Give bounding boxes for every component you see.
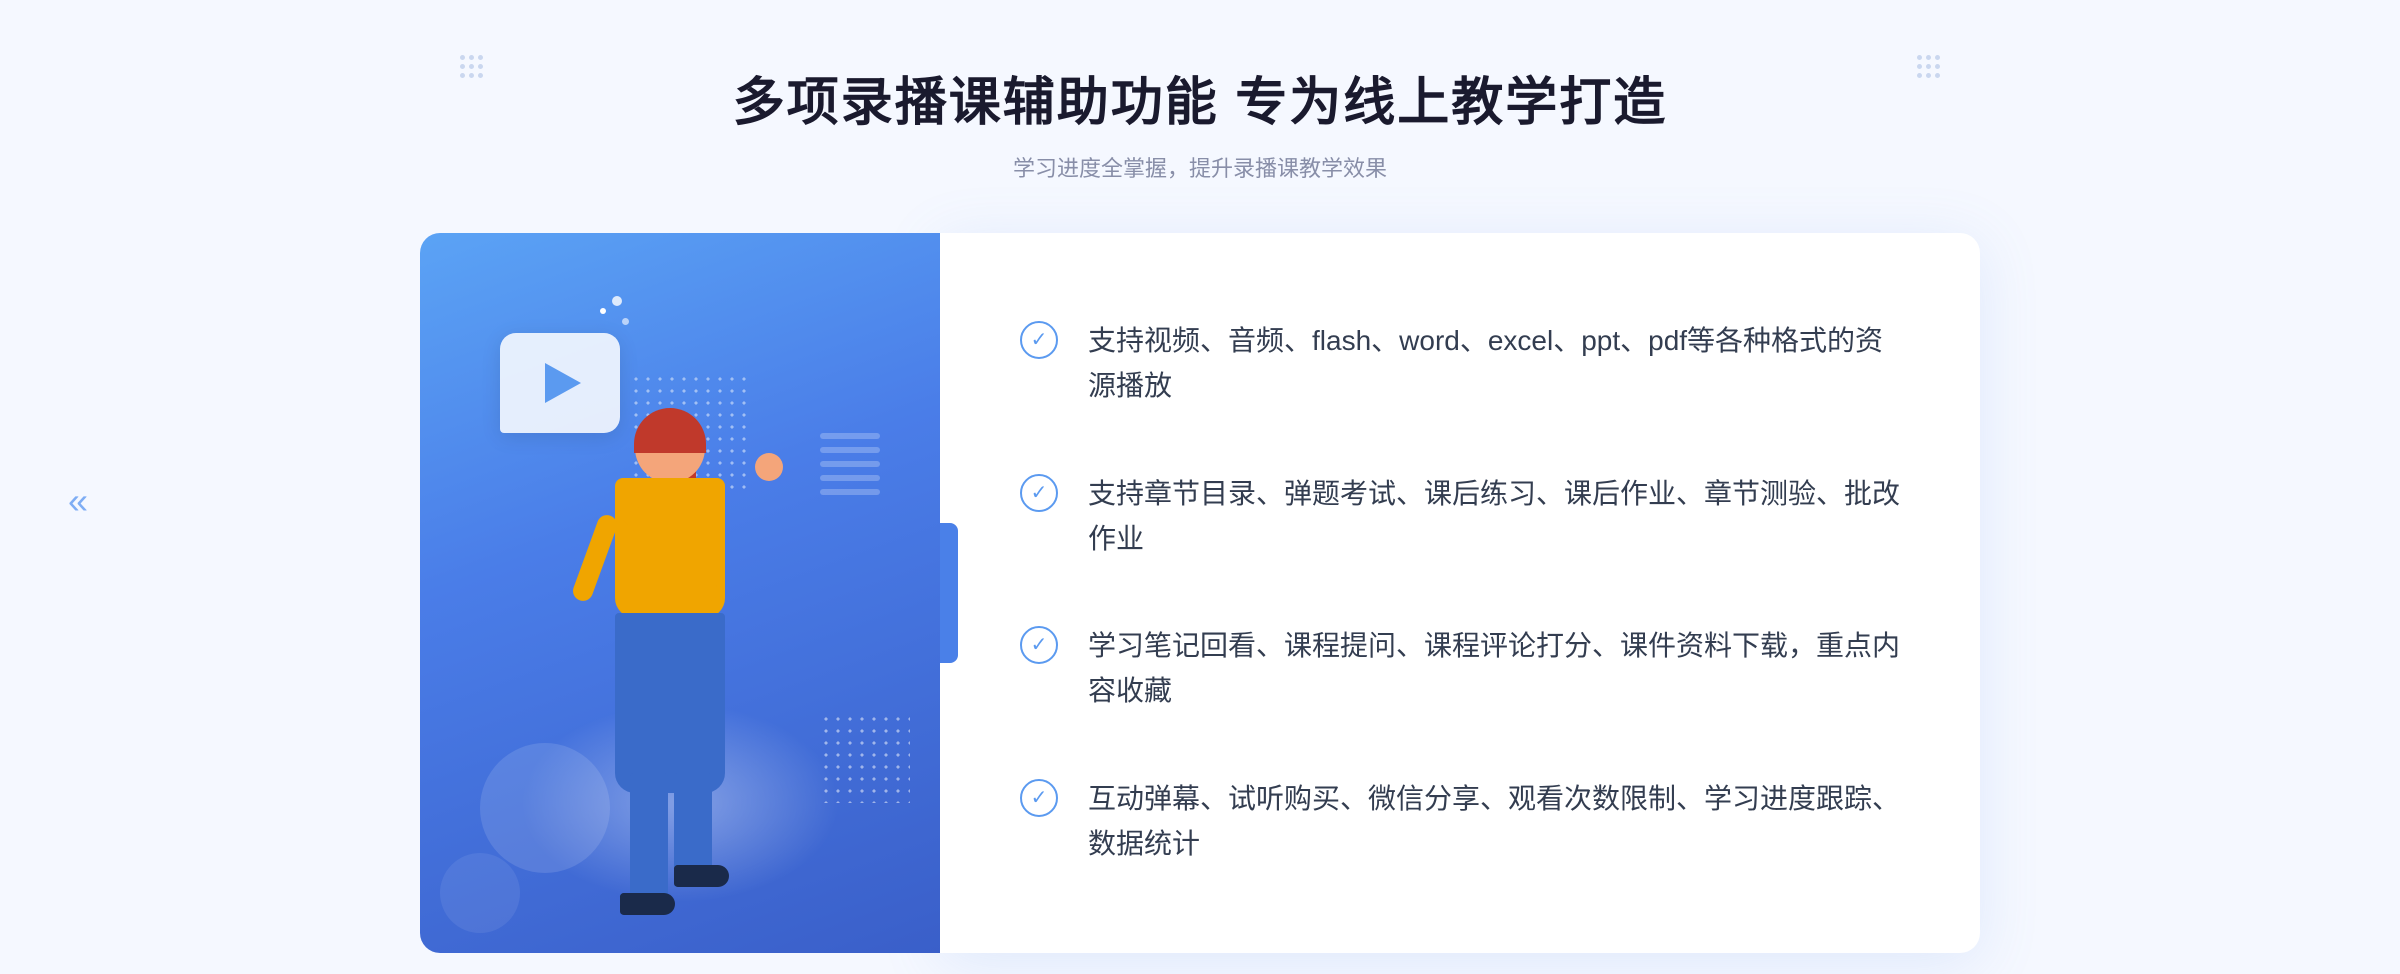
person-shoe-left [620,893,675,915]
sub-title: 学习进度全掌握，提升录播课教学效果 [733,151,1667,183]
feature-text-2: 支持章节目录、弹题考试、课后练习、课后作业、章节测验、批改作业 [1088,472,1900,562]
header-section: 多项录播课辅助功能 专为线上教学打造 学习进度全掌握，提升录播课教学效果 [733,60,1667,183]
panel-tab [940,523,958,663]
page-container: « 多项录播课辅助功能 专为线上教学打造 学习进度全掌握，提升录播课教学效果 [0,0,2400,974]
left-illustration-panel [420,233,940,953]
person-arm-lower [570,512,620,603]
person-shoe-right [674,865,729,887]
feature-text-3: 学习笔记回看、课程提问、课程评论打分、课件资料下载，重点内容收藏 [1088,624,1900,714]
circle-decoration-2 [440,853,520,933]
person-pants [615,613,725,793]
decorative-dots-right [1917,55,1940,78]
check-icon-2: ✓ [1020,474,1058,512]
person-leg-left [630,773,668,903]
person-illustration [530,373,810,953]
feature-text-4: 互动弹幕、试听购买、微信分享、观看次数限制、学习进度跟踪、数据统计 [1088,777,1900,867]
person-hair [634,408,706,453]
right-features-panel: ✓ 支持视频、音频、flash、word、excel、ppt、pdf等各种格式的… [940,233,1980,953]
feature-text-1: 支持视频、音频、flash、word、excel、ppt、pdf等各种格式的资源… [1088,319,1900,409]
check-icon-3: ✓ [1020,626,1058,664]
stripe-decoration [820,433,880,513]
content-area: ✓ 支持视频、音频、flash、word、excel、ppt、pdf等各种格式的… [420,233,1980,953]
main-title: 多项录播课辅助功能 专为线上教学打造 [733,60,1667,135]
feature-item-3: ✓ 学习笔记回看、课程提问、课程评论打分、课件资料下载，重点内容收藏 [1020,612,1900,726]
person-hand-raised [755,453,783,481]
decorative-dots-left [460,55,483,78]
feature-item-4: ✓ 互动弹幕、试听购买、微信分享、观看次数限制、学习进度跟踪、数据统计 [1020,765,1900,879]
check-icon-4: ✓ [1020,779,1058,817]
feature-item-2: ✓ 支持章节目录、弹题考试、课后练习、课后作业、章节测验、批改作业 [1020,460,1900,574]
feature-item-1: ✓ 支持视频、音频、flash、word、excel、ppt、pdf等各种格式的… [1020,307,1900,421]
check-icon-1: ✓ [1020,321,1058,359]
chevron-left-icon: « [68,480,88,522]
person-leg-right [674,773,712,873]
